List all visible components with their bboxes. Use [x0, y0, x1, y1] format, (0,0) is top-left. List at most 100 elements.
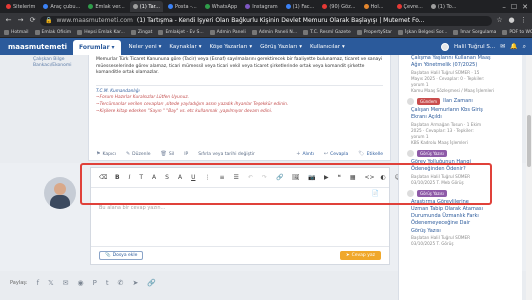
- menu-icon[interactable]: ⋮: [519, 16, 528, 25]
- bookmark-item[interactable]: Hotmail: [4, 30, 29, 35]
- nav-item-3[interactable]: Kaynaklar ▾: [169, 44, 201, 50]
- chevron-down-icon: ▾: [158, 43, 162, 50]
- bookmark-favicon-icon: [4, 30, 9, 35]
- page-scrollbar[interactable]: [526, 55, 532, 300]
- favicon-icon: [396, 4, 402, 9]
- browser-tab[interactable]: WhatsApp: [202, 1, 241, 12]
- search-icon[interactable]: ⌕: [523, 43, 526, 51]
- bookmark-favicon-icon: [209, 30, 215, 35]
- sidebar-thread-body: Çalışma Yaşlarını Kullanan Maaş Ağın Yöne…: [399, 55, 522, 98]
- bookmark-item[interactable]: Admin Paneli N...: [251, 30, 297, 35]
- report-button[interactable]: ⚑ Kapıcı: [96, 151, 116, 157]
- url-field[interactable]: 🔒 www.maasmutemeti.com (1) Tartışma - Ke…: [40, 15, 492, 26]
- facebook-icon[interactable]: f: [37, 279, 39, 287]
- post-body: Memurlar Türk Ticaret Kanununa göre (Tac…: [96, 57, 383, 76]
- window-controls: – ☐ ✕: [502, 3, 532, 11]
- username[interactable]: Halil Tuğrul S...: [454, 44, 495, 50]
- nav-item-5[interactable]: Görüş Yazıları ▾: [260, 44, 302, 50]
- bookmark-item[interactable]: T.C. Resmî Gazete: [303, 30, 351, 35]
- telegram-icon[interactable]: ➤: [133, 279, 139, 287]
- bookmark-label: PDF to WO...: [509, 30, 532, 35]
- submit-reply-label: Cevap yaz: [351, 253, 375, 258]
- profile-icon[interactable]: ●: [507, 16, 516, 25]
- favicon-icon: [322, 4, 328, 9]
- thread-title[interactable]: Ağın Yönetmelik (07/2025): [411, 62, 518, 69]
- delete-button[interactable]: 🗑 Sil: [160, 151, 174, 157]
- link-icon[interactable]: 🔗: [147, 279, 156, 287]
- nav-item-4[interactable]: Köşe Yazarları ▾: [210, 44, 253, 50]
- bookmark-favicon-icon: [158, 30, 164, 35]
- thread-title[interactable]: Ödenemeyeceğine Dair: [411, 220, 518, 227]
- browser-tab-label: Çevre...: [403, 3, 423, 10]
- x-icon[interactable]: 𝕏: [48, 279, 54, 287]
- browser-tab[interactable]: Araç çubu...: [40, 1, 83, 12]
- bookmark-favicon-icon: [130, 30, 136, 35]
- thread-title[interactable]: Ekranı Açıldı: [411, 114, 518, 121]
- browser-tab[interactable]: Sitelerim: [3, 1, 38, 12]
- thread-title[interactable]: Görüş Yazısı: [411, 228, 518, 235]
- scrollbar-thumb[interactable]: [527, 115, 531, 167]
- browser-tab-label: Hol...: [370, 3, 384, 10]
- browser-tab[interactable]: Posta -...: [165, 1, 200, 12]
- reload-icon[interactable]: ⟳: [28, 16, 37, 25]
- bookmark-label: Hotmail: [11, 30, 29, 35]
- history-button[interactable]: Sıfırla veya tarihi değiştir: [198, 152, 255, 157]
- browser-tabs: Sitelerim Araç çubu... Emlak ver... (1) Tar…: [3, 1, 459, 12]
- browser-tab[interactable]: (1) To...: [428, 1, 460, 12]
- tumblr-icon[interactable]: t: [106, 279, 109, 287]
- browser-tab[interactable]: (90) Göz...: [319, 1, 358, 12]
- bookmark-item[interactable]: İmar Sorgulama: [453, 30, 496, 35]
- email-icon[interactable]: ✉: [63, 279, 69, 287]
- sidebar-thread[interactable]: Çalışma Yaşlarını Kullanan Maaş Ağın Yöne…: [399, 55, 522, 98]
- sidebar-thread[interactable]: Gündem Ilan Zamanı Çalışan Memurların Kbs …: [399, 98, 522, 150]
- browser-tab[interactable]: Instagram: [242, 1, 280, 12]
- nav-item-1[interactable]: Forumlar ▾: [73, 40, 121, 55]
- nav-item-6[interactable]: Kullanıcılar ▾: [310, 44, 345, 50]
- bookmark-item[interactable]: Hepsi Emlak Kar...: [77, 30, 125, 35]
- minimize-icon[interactable]: –: [502, 3, 506, 11]
- browser-tab[interactable]: (1) Tar...: [129, 1, 164, 12]
- browser-tab[interactable]: Emlak ver...: [85, 1, 127, 12]
- bookmark-item[interactable]: Emlakjet - Ev S...: [158, 30, 204, 35]
- pinterest-icon[interactable]: P: [93, 279, 97, 287]
- bell-icon[interactable]: 🔔: [510, 43, 517, 50]
- ip-label: IP: [184, 151, 189, 157]
- tag-button[interactable]: 🏷 Etikelle: [358, 151, 383, 157]
- bookmark-item[interactable]: Admin Paneli: [209, 30, 246, 35]
- ip-button[interactable]: IP: [184, 152, 188, 157]
- alert-button[interactable]: + Alıntı: [296, 151, 314, 157]
- maximize-icon[interactable]: ☐: [511, 3, 517, 11]
- nav-user-area: Halil Tuğrul S... ✉ 🔔 ⌕: [441, 42, 532, 51]
- envelope-icon[interactable]: ✉: [500, 43, 505, 50]
- browser-tab-label: WhatsApp: [211, 3, 238, 10]
- browser-tab[interactable]: (1) Fac...: [283, 1, 318, 12]
- browser-tab[interactable]: Hol...: [361, 1, 392, 12]
- reddit-icon[interactable]: ◉: [78, 279, 84, 287]
- submit-reply-button[interactable]: ➤ Cevap yaz: [339, 251, 381, 260]
- edit-button[interactable]: ✎ Düzenle: [126, 151, 151, 157]
- user-avatar[interactable]: [441, 42, 449, 51]
- star-icon[interactable]: ☆: [495, 16, 504, 25]
- attach-file-button[interactable]: 📎 Dosya ekle: [99, 251, 144, 260]
- thread-title[interactable]: Çalışan Memurların Kbs Giriş: [411, 107, 518, 114]
- signature-line-1: ~Forum Hazırlar Kuralsızlar Lütfen Uyunu…: [96, 95, 189, 101]
- nav-item-label: Köşe Yazarları: [209, 43, 248, 50]
- bookmark-favicon-icon: [34, 30, 40, 35]
- arrow-right-icon[interactable]: →: [16, 16, 25, 25]
- bookmark-item[interactable]: Zingat: [130, 30, 152, 35]
- site-logo[interactable]: maasmutemeti: [5, 41, 67, 53]
- nav-item-label: Kaynaklar: [169, 43, 197, 50]
- bookmark-item[interactable]: PDF to WO...: [502, 30, 532, 35]
- arrow-left-icon[interactable]: ←: [4, 16, 13, 25]
- close-window-icon[interactable]: ✕: [522, 3, 528, 11]
- sidebar-thread-header: Gündem Ilan Zamanı: [399, 98, 522, 107]
- whatsapp-icon[interactable]: ✆: [118, 279, 124, 287]
- post-actions: ⚑ Kapıcı ✎ Düzenle 🗑 Sil IP Sıfırla veya ta…: [89, 151, 390, 157]
- reply-button[interactable]: ↩ Cevapla: [324, 151, 348, 157]
- nav-item-2[interactable]: Neler yeni ▾: [129, 44, 162, 50]
- bookmark-item[interactable]: İşkan Belgesi Sor...: [398, 30, 447, 35]
- browser-tab-label: Posta -...: [175, 3, 197, 10]
- bookmark-item[interactable]: Emlak Ofisim: [34, 30, 71, 35]
- bookmark-item[interactable]: PropertyStar: [356, 30, 392, 35]
- browser-tab[interactable]: Çevre...: [394, 1, 426, 12]
